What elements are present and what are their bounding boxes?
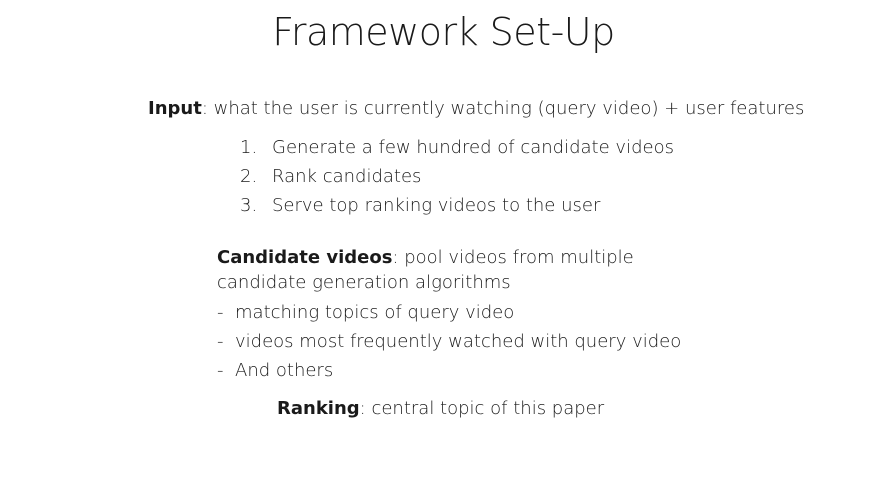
step-text: Serve top ranking videos to the user (272, 195, 601, 216)
step-text: Rank candidates (272, 166, 422, 187)
input-text: : what the user is currently watching (q… (201, 98, 805, 119)
candidate-label: Candidate videos (217, 247, 393, 268)
slide-title: Framework Set-Up (272, 10, 615, 54)
bullet-dash: - (217, 360, 224, 381)
bullet-item: - videos most frequently watched with que… (217, 331, 681, 352)
ranking-label: Ranking (277, 398, 360, 419)
input-line: Input: what the user is currently watchi… (148, 98, 804, 119)
step-number: 3. (240, 195, 258, 216)
bullet-dash: - (217, 331, 224, 352)
candidate-text: : pool videos from multiple (392, 247, 634, 268)
candidate-line: Candidate videos: pool videos from multi… (217, 247, 634, 268)
input-label: Input (148, 98, 202, 119)
ranking-text: : central topic of this paper (359, 398, 605, 419)
bullet-dash: - (217, 302, 224, 323)
candidate-line-2: candidate generation algorithms (217, 272, 511, 293)
bullet-text: videos most frequently watched with quer… (235, 331, 682, 352)
step-item: 3. Serve top ranking videos to the user (240, 195, 600, 216)
step-text: Generate a few hundred of candidate vide… (272, 137, 674, 158)
bullet-text: And others (235, 360, 334, 381)
ranking-line: Ranking: central topic of this paper (277, 398, 604, 419)
step-item: 2. Rank candidates (240, 166, 421, 187)
step-number: 2. (240, 166, 258, 187)
bullet-text: matching topics of query video (235, 302, 515, 323)
step-number: 1. (240, 137, 258, 158)
bullet-item: - And others (217, 360, 333, 381)
bullet-item: - matching topics of query video (217, 302, 514, 323)
step-item: 1. Generate a few hundred of candidate vi… (240, 137, 674, 158)
